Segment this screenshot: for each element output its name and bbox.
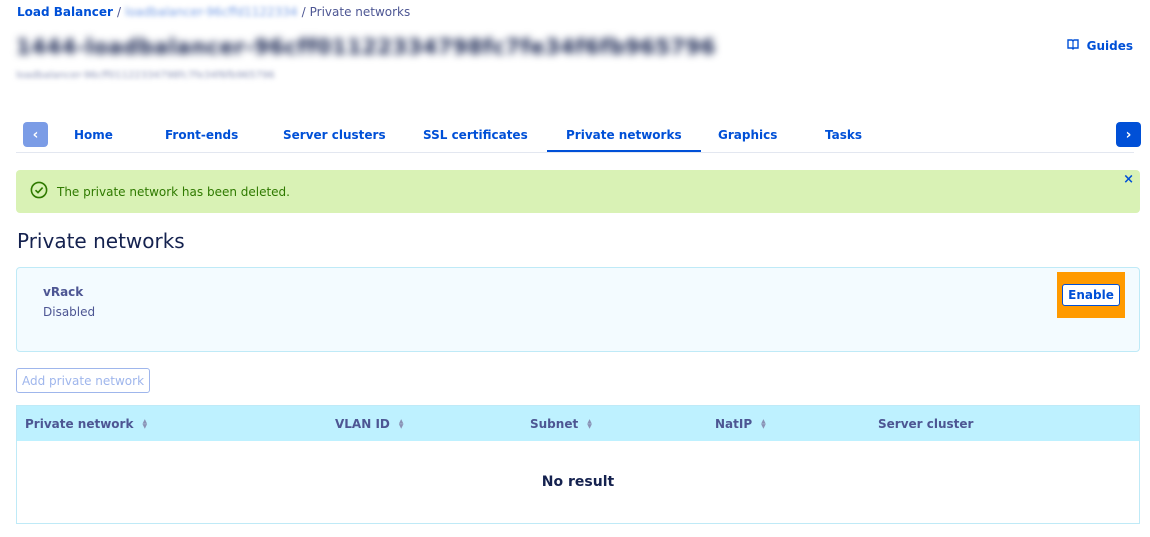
column-header-natip[interactable]: NatIP ▲ ▼	[715, 417, 766, 431]
tab-scroll-left-button[interactable]: ‹	[23, 122, 48, 147]
sort-icon: ▲ ▼	[398, 418, 404, 430]
section-title: Private networks	[17, 229, 185, 253]
breadcrumb: Load Balancer / loadbalancer-96cffd11223…	[17, 5, 410, 19]
tab-bar: ‹ Home Front-ends Server clusters SSL ce…	[16, 122, 1141, 153]
vrack-card: vRack Disabled Enable	[16, 267, 1140, 352]
close-icon[interactable]: ×	[1123, 172, 1134, 187]
tab-graphics[interactable]: Graphics	[718, 128, 777, 142]
page-title: 1444-loadbalancer-96cff01122334798fc7fe3…	[16, 35, 716, 59]
breadcrumb-separator: /	[116, 5, 121, 19]
success-alert: The private network has been deleted. ×	[16, 170, 1140, 213]
tab-front-ends[interactable]: Front-ends	[165, 128, 238, 142]
breadcrumb-current: Private networks	[309, 5, 411, 19]
alert-message: The private network has been deleted.	[57, 184, 290, 199]
tab-scroll-right-button[interactable]: ›	[1116, 122, 1141, 147]
book-icon	[1066, 38, 1079, 53]
sort-icon: ▲ ▼	[587, 418, 592, 430]
empty-state: No result	[541, 474, 615, 490]
page-subtitle: loadbalancer-96cff01122334798fc7fe34f6fb…	[16, 70, 275, 81]
tab-private-networks[interactable]: Private networks	[547, 128, 701, 152]
column-header-server-cluster: Server cluster	[878, 417, 973, 431]
column-label: Private network	[25, 417, 134, 431]
private-networks-table: Private network ▲ ▼ VLAN ID ▲ ▼ Subnet ▲ ▼ …	[16, 405, 1140, 524]
column-header-vlan-id[interactable]: VLAN ID ▲ ▼	[335, 417, 404, 431]
column-header-private-network[interactable]: Private network ▲ ▼	[25, 417, 147, 431]
column-label: VLAN ID	[335, 417, 390, 431]
tab-home[interactable]: Home	[74, 128, 113, 142]
column-label: Server cluster	[878, 417, 974, 431]
tab-ssl-certificates[interactable]: SSL certificates	[423, 128, 528, 142]
sort-icon: ▲ ▼	[142, 418, 148, 430]
sort-icon: ▲ ▼	[761, 418, 766, 430]
column-label: NatIP	[715, 417, 753, 431]
guides-button[interactable]: Guides	[1066, 38, 1133, 53]
table-header: Private network ▲ ▼ VLAN ID ▲ ▼ Subnet ▲ ▼ …	[17, 406, 1139, 441]
tab-tasks[interactable]: Tasks	[825, 128, 862, 142]
tab-server-clusters[interactable]: Server clusters	[283, 128, 386, 142]
column-label: Subnet	[530, 417, 579, 431]
breadcrumb-load-balancer[interactable]: Load Balancer	[17, 5, 113, 19]
enable-highlight: Enable	[1057, 272, 1125, 318]
vrack-status: Disabled	[43, 305, 96, 319]
breadcrumb-service[interactable]: loadbalancer-96cffd1122334	[125, 5, 298, 19]
guides-label: Guides	[1086, 38, 1133, 53]
vrack-name: vRack	[43, 285, 84, 299]
add-private-network-button[interactable]: Add private network	[16, 368, 151, 393]
enable-button[interactable]: Enable	[1062, 284, 1120, 306]
breadcrumb-separator: /	[301, 5, 306, 19]
check-circle-icon	[30, 181, 48, 203]
column-header-subnet[interactable]: Subnet ▲ ▼	[530, 417, 592, 431]
